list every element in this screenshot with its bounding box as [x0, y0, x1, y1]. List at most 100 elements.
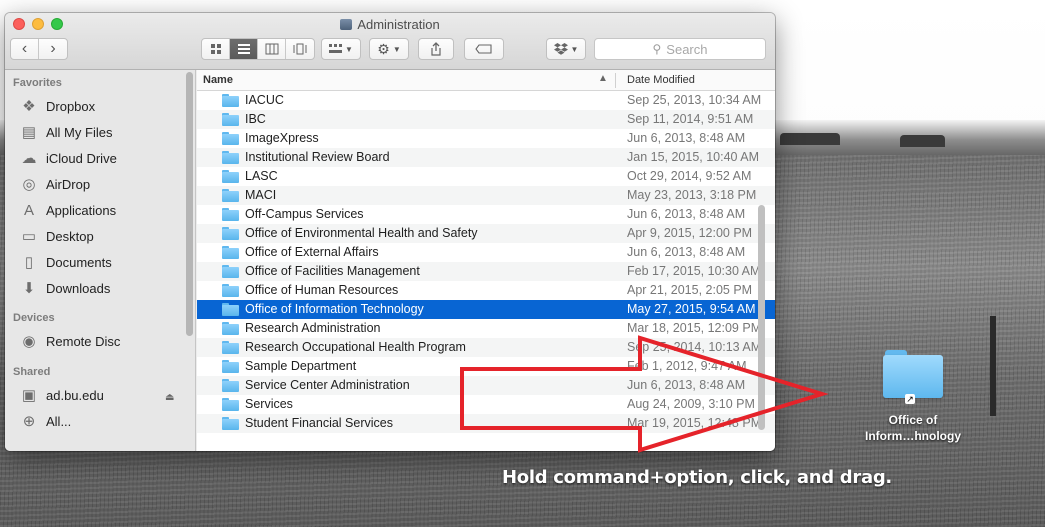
all-files-icon: ▤	[21, 124, 37, 141]
tag-icon	[475, 44, 492, 54]
sidebar-item[interactable]: ◎ AirDrop	[19, 173, 90, 195]
sidebar-item-label: All...	[46, 413, 72, 429]
sidebar-item-label: Dropbox	[46, 98, 96, 114]
folder-icon	[222, 208, 239, 221]
share-icon	[431, 42, 441, 56]
table-row[interactable]: Office of Human Resources Apr 21, 2015, 2…	[197, 281, 775, 300]
date-modified: Sep 25, 2013, 10:34 AM	[627, 93, 762, 107]
file-name: Research Administration	[245, 321, 381, 335]
search-placeholder: Search	[666, 41, 708, 57]
sidebar-item[interactable]: A Applications	[19, 199, 116, 221]
cover-flow-icon	[293, 43, 307, 55]
back-button[interactable]: ‹	[11, 39, 39, 59]
nav-buttons: ‹ ›	[10, 38, 68, 60]
search-icon: ⚲	[652, 42, 662, 56]
list-rows: IACUC Sep 25, 2013, 10:34 AM IBC Sep 11, 20…	[197, 91, 775, 433]
dragged-folder[interactable]: ↗ Office of Inform…hnology	[853, 350, 973, 444]
date-modified: Aug 24, 2009, 3:10 PM	[627, 397, 755, 411]
alias-arrow-icon: ↗	[905, 394, 915, 404]
date-modified: May 23, 2013, 3:18 PM	[627, 188, 757, 202]
file-name: ImageXpress	[245, 131, 319, 145]
column-view-button[interactable]	[258, 39, 286, 59]
table-row-selected[interactable]: Office of Information Technology May 27, …	[197, 300, 775, 319]
date-modified: Sep 11, 2014, 9:51 AM	[627, 112, 754, 126]
table-row[interactable]: IACUC Sep 25, 2013, 10:34 AM	[197, 91, 775, 110]
folder-icon	[222, 132, 239, 145]
file-name: Services	[245, 397, 293, 411]
share-button[interactable]	[418, 38, 454, 60]
sidebar-item[interactable]: ⊕ All...	[19, 410, 72, 432]
date-modified: Apr 9, 2015, 12:00 PM	[627, 226, 753, 240]
sidebar-item[interactable]: ⬇ Downloads	[19, 277, 111, 299]
file-name: Office of Information Technology	[245, 302, 424, 316]
tags-button[interactable]	[464, 38, 504, 60]
titlebar[interactable]: Administration ‹ › ▼ ⚙ ▼ ▼ ⚲ Search	[5, 13, 775, 70]
table-row[interactable]: Sample Department Feb 1, 2012, 9:47 AM	[197, 357, 775, 376]
folder-icon	[222, 113, 239, 126]
sidebar-item[interactable]: ▤ All My Files	[19, 121, 113, 143]
folder-icon	[222, 398, 239, 411]
sidebar-header-shared: Shared	[13, 366, 51, 378]
sidebar-item[interactable]: ▭ Desktop	[19, 225, 94, 247]
date-modified: Jun 6, 2013, 8:48 AM	[627, 378, 746, 392]
column-view-icon	[265, 43, 278, 55]
sidebar-item-label: iCloud Drive	[46, 150, 117, 166]
dragged-folder-label: Office of Inform…hnology	[853, 412, 973, 444]
sidebar-scrollbar[interactable]	[186, 72, 193, 336]
column-divider[interactable]	[615, 73, 616, 88]
chevron-down-icon: ▼	[392, 44, 401, 54]
table-row[interactable]: Research Administration Mar 18, 2015, 12:…	[197, 319, 775, 338]
window-title-text: Administration	[357, 17, 440, 32]
table-row[interactable]: Office of External Affairs Jun 6, 2013, 8…	[197, 243, 775, 262]
file-name: IBC	[245, 112, 266, 126]
folder-icon: ↗	[883, 350, 943, 404]
list-view-button[interactable]	[230, 39, 258, 59]
list-view-icon	[237, 44, 250, 54]
dropbox-button[interactable]: ▼	[546, 38, 586, 60]
table-row[interactable]: Student Financial Services Mar 19, 2015, …	[197, 414, 775, 433]
folder-icon	[222, 94, 239, 107]
table-row[interactable]: MACI May 23, 2013, 3:18 PM	[197, 186, 775, 205]
sidebar-item[interactable]: ▣ ad.bu.edu	[19, 384, 104, 406]
action-button[interactable]: ⚙ ▼	[369, 38, 409, 60]
name-column-header[interactable]: Name	[203, 74, 233, 86]
sidebar-item[interactable]: ❖ Dropbox	[19, 95, 95, 117]
forward-button[interactable]: ›	[39, 39, 67, 59]
sidebar-item-label: Remote Disc	[46, 333, 121, 349]
table-row[interactable]: Service Center Administration Jun 6, 2013…	[197, 376, 775, 395]
folder-icon	[222, 189, 239, 202]
table-row[interactable]: Research Occupational Health Program Sep …	[197, 338, 775, 357]
folder-icon	[222, 284, 239, 297]
sidebar-item[interactable]: ◉ Remote Disc	[19, 330, 120, 352]
downloads-icon: ⬇	[22, 280, 36, 297]
search-input[interactable]: ⚲ Search	[594, 38, 766, 60]
sidebar-item[interactable]: ☁ iCloud Drive	[19, 147, 117, 169]
date-modified: Oct 29, 2014, 9:52 AM	[627, 169, 752, 183]
table-row[interactable]: LASC Oct 29, 2014, 9:52 AM	[197, 167, 775, 186]
file-name: Office of Human Resources	[245, 283, 399, 297]
cover-flow-button[interactable]	[286, 39, 314, 59]
table-row[interactable]: Institutional Review Board Jan 15, 2015, …	[197, 148, 775, 167]
dragged-folder-label-line1: Office of	[888, 413, 938, 427]
table-row[interactable]: Office of Facilities Management Feb 17, 2…	[197, 262, 775, 281]
date-modified-column-header[interactable]: Date Modified	[627, 74, 695, 86]
date-modified: Feb 17, 2015, 10:30 AM	[627, 264, 761, 278]
file-name: IACUC	[245, 93, 284, 107]
table-row[interactable]: Office of Environmental Health and Safet…	[197, 224, 775, 243]
file-name: Institutional Review Board	[245, 150, 390, 164]
sidebar-item-label: ad.bu.edu	[46, 387, 104, 403]
chevron-down-icon: ▼	[570, 44, 579, 54]
icon-view-button[interactable]	[202, 39, 230, 59]
table-row[interactable]: Services Aug 24, 2009, 3:10 PM	[197, 395, 775, 414]
table-row[interactable]: IBC Sep 11, 2014, 9:51 AM	[197, 110, 775, 129]
eject-icon[interactable]: ⏏	[165, 392, 174, 403]
date-modified: Jun 6, 2013, 8:48 AM	[627, 207, 746, 221]
table-row[interactable]: Off-Campus Services Jun 6, 2013, 8:48 AM	[197, 205, 775, 224]
sidebar-item[interactable]: ▯ Documents	[19, 251, 112, 273]
table-row[interactable]: ImageXpress Jun 6, 2013, 8:48 AM	[197, 129, 775, 148]
arrange-button[interactable]: ▼	[321, 38, 361, 60]
sidebar-item-label: Downloads	[46, 280, 111, 296]
vertical-scrollbar[interactable]	[758, 205, 765, 430]
sidebar: Favorites Devices Shared ⏏ ❖ Dropbox ▤ All …	[5, 70, 196, 451]
folder-icon	[222, 322, 239, 335]
